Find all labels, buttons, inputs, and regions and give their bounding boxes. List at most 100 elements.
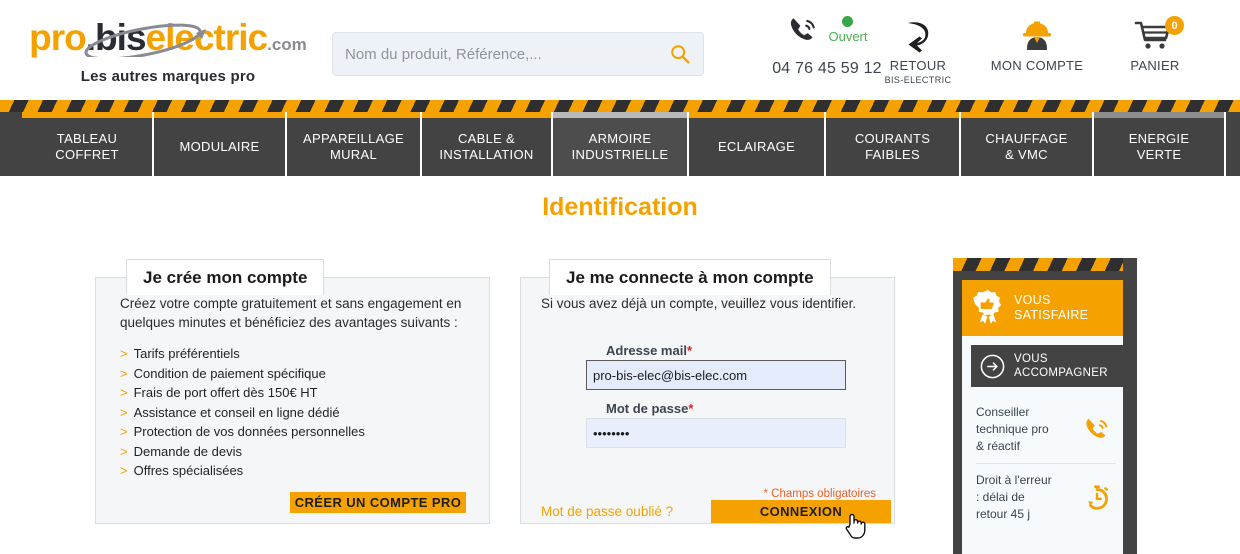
account-label: MON COMPTE bbox=[990, 58, 1084, 73]
nav-accent-bar bbox=[689, 112, 824, 118]
site-header: pro.biselectric.com Les autres marques p… bbox=[0, 0, 1240, 100]
logo-tagline: Les autres marques pro bbox=[80, 68, 256, 85]
required-asterisk: * bbox=[686, 343, 692, 358]
retour-label: RETOUR bbox=[889, 58, 947, 73]
nav-item-appareillage-mural[interactable]: APPAREILLAGE MURAL bbox=[287, 112, 420, 176]
sidebar-white-area: VOUS ACCOMPAGNER Conseiller technique pr… bbox=[962, 336, 1128, 554]
nav-accent-bar bbox=[961, 112, 1092, 118]
nav-accent-bar bbox=[553, 112, 687, 118]
logo-part-electric: electric bbox=[145, 17, 269, 58]
sidebar-card-accompany[interactable]: VOUS ACCOMPAGNER bbox=[971, 345, 1128, 387]
chevron-right-icon: > bbox=[120, 385, 128, 400]
nav-accent-bar bbox=[826, 112, 959, 118]
sidebar-service-list: Conseiller technique pro & réactif Droit… bbox=[976, 396, 1116, 531]
service-label: Conseiller technique pro & réactif bbox=[976, 405, 1049, 453]
required-asterisk: * bbox=[688, 401, 694, 416]
logo-part-pro: pro bbox=[29, 17, 87, 58]
nav-label-line1: MODULAIRE bbox=[179, 139, 260, 154]
nav-label-line1: CABLE & bbox=[457, 131, 515, 146]
create-account-panel: Je crée mon compte Créez votre compte gr… bbox=[95, 259, 490, 524]
nav-label-line1: APPAREILLAGE bbox=[303, 131, 404, 146]
store-status: Ouvert bbox=[828, 14, 868, 44]
email-field-label: Adresse mail* bbox=[606, 343, 692, 358]
nav-accent-bar bbox=[422, 112, 551, 118]
benefit-label: Condition de paiement spécifique bbox=[133, 365, 326, 381]
list-item: > Assistance et conseil en ligne dédié bbox=[120, 403, 365, 423]
list-item: Conseiller technique pro & réactif bbox=[976, 396, 1116, 464]
nav-item-tableau-coffret[interactable]: TABLEAU COFFRET bbox=[22, 112, 152, 176]
sidebar-accompany-label: VOUS ACCOMPAGNER bbox=[1014, 352, 1108, 380]
create-account-intro: Créez votre compte gratuitement et sans … bbox=[120, 296, 462, 330]
search-icon[interactable] bbox=[669, 43, 691, 65]
chevron-right-icon: > bbox=[120, 365, 128, 381]
nav-item-courants-faibles[interactable]: COURANTS FAIBLES bbox=[826, 112, 959, 176]
list-item: Droit à l'erreur : délai de retour 45 j bbox=[976, 464, 1116, 531]
list-item: > Demande de devis bbox=[120, 442, 365, 462]
chevron-right-icon: > bbox=[120, 424, 128, 439]
satisfy-line2: SATISFAIRE bbox=[1014, 308, 1089, 322]
nav-item-energie-verte[interactable]: ENERGIE VERTE bbox=[1094, 112, 1224, 176]
nav-label-line2: COFFRET bbox=[55, 147, 119, 162]
chevron-right-icon: > bbox=[120, 404, 128, 420]
chevron-right-icon: > bbox=[120, 443, 128, 459]
phone-ring-icon bbox=[791, 18, 816, 40]
sidebar-card-satisfy[interactable]: VOUS SATISFAIRE bbox=[962, 280, 1128, 336]
page-root: pro.biselectric.com Les autres marques p… bbox=[0, 0, 1240, 554]
site-logo[interactable]: pro.biselectric.com Les autres marques p… bbox=[18, 17, 318, 86]
nav-label-line1: COURANTS bbox=[854, 131, 931, 146]
search-input[interactable] bbox=[345, 45, 669, 63]
nav-left-edge bbox=[0, 112, 22, 176]
status-label: Ouvert bbox=[828, 29, 868, 44]
header-account[interactable]: MON COMPTE bbox=[968, 14, 1106, 73]
nav-label-line2: INSTALLATION bbox=[439, 147, 534, 162]
password-label-text: Mot de passe bbox=[606, 401, 689, 416]
main-navigation: TABLEAU COFFRET MODULAIRE APPAREILLAGE MUR… bbox=[0, 112, 1240, 176]
return-arrow-icon bbox=[908, 22, 929, 53]
worker-helmet-icon bbox=[1023, 21, 1051, 50]
nav-item-chauffage-vmc[interactable]: CHAUFFAGE & VMC bbox=[961, 112, 1092, 176]
nav-item-eclairage[interactable]: ECLAIRAGE bbox=[689, 112, 824, 176]
nav-item-armoire-industrielle[interactable]: ARMOIRE INDUSTRIELLE bbox=[553, 112, 687, 176]
retour-sublabel: BIS-ELECTRIC bbox=[884, 75, 952, 85]
sidebar-satisfy-label: VOUS SATISFAIRE bbox=[1014, 293, 1088, 323]
satisfy-line1: VOUS bbox=[1014, 293, 1051, 307]
cart-label: PANIER bbox=[1130, 58, 1180, 73]
nav-accent-bar bbox=[154, 112, 285, 118]
list-item: > Tarifs préférentiels bbox=[120, 344, 365, 364]
nav-item-modulaire[interactable]: MODULAIRE bbox=[154, 112, 285, 176]
accompany-line1: VOUS bbox=[1014, 353, 1048, 365]
search-box[interactable] bbox=[332, 32, 704, 76]
required-fields-note: * Champs obligatoires bbox=[763, 488, 876, 500]
benefit-label: Protection de vos données personnelles bbox=[133, 424, 365, 439]
logo-part-bis: .bis bbox=[85, 17, 147, 58]
nav-label-line1: ARMOIRE bbox=[588, 131, 652, 146]
service-label: Droit à l'erreur : délai de retour 45 j bbox=[976, 473, 1052, 521]
email-field[interactable] bbox=[586, 360, 846, 390]
benefit-label: Offres spécialisées bbox=[133, 463, 244, 478]
nav-label-line2: & VMC bbox=[1005, 147, 1048, 162]
chevron-right-icon: > bbox=[120, 463, 128, 478]
nav-label-line1: TABLEAU bbox=[56, 131, 118, 146]
benefits-list: > Tarifs préférentiels > Condition de paie… bbox=[120, 344, 365, 481]
login-panel: Je me connecte à mon compte Si vous avez… bbox=[520, 259, 895, 524]
stopwatch-icon bbox=[1088, 484, 1109, 510]
create-account-button[interactable]: CRÉER UN COMPTE PRO bbox=[290, 492, 466, 513]
nav-accent-bar bbox=[22, 112, 152, 118]
cart-count-badge: 0 bbox=[1165, 16, 1184, 35]
nav-item-cable-installation[interactable]: CABLE & INSTALLATION bbox=[422, 112, 551, 176]
nav-accent-bar bbox=[1094, 112, 1224, 118]
login-button[interactable]: CONNEXION bbox=[711, 500, 891, 523]
header-cart[interactable]: 0 PANIER bbox=[1112, 14, 1198, 73]
list-item: > Protection de vos données personnelles bbox=[120, 422, 365, 442]
phone-ring-icon bbox=[1086, 418, 1108, 438]
status-dot-icon bbox=[842, 16, 854, 27]
forgot-password-link[interactable]: Mot de passe oublié ? bbox=[541, 504, 673, 519]
nav-right-edge bbox=[1226, 112, 1240, 176]
nav-label-line2: INDUSTRIELLE bbox=[571, 147, 669, 162]
benefit-label: Frais de port offert dès 150€ HT bbox=[133, 385, 318, 400]
nav-accent-bar bbox=[287, 112, 420, 118]
password-field[interactable] bbox=[586, 418, 846, 448]
list-item: > Offres spécialisées bbox=[120, 461, 365, 481]
header-retour[interactable]: RETOUR BIS-ELECTRIC bbox=[872, 14, 964, 85]
nav-label-line2: MURAL bbox=[329, 147, 377, 162]
